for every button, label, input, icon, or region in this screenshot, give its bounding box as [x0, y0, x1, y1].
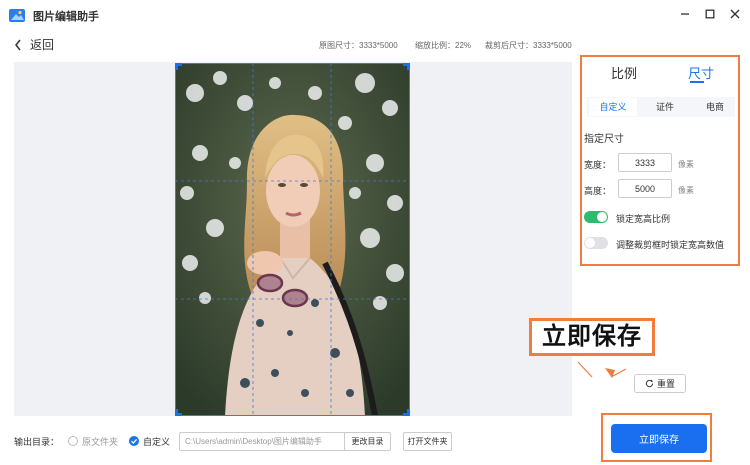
radio-custom-folder-label[interactable]: 自定义 [143, 435, 170, 448]
zoom-ratio-text: 缩放比例：22% [415, 41, 472, 50]
output-dir-label: 输出目录： [14, 437, 60, 447]
title-bar: 图片编辑助手 [0, 0, 750, 30]
section-title: 指定尺寸 [584, 134, 624, 145]
lock-values-label: 调整裁剪框时锁定宽高数值 [616, 240, 725, 250]
width-unit: 像素 [678, 160, 694, 169]
refresh-icon [645, 379, 654, 388]
reset-button[interactable]: 重置 [634, 374, 686, 393]
tab-ratio[interactable]: 比例 [611, 63, 637, 82]
tab-size[interactable]: 尺寸 [688, 63, 714, 82]
width-label: 宽度： [584, 160, 612, 170]
minimize-icon[interactable] [674, 4, 696, 24]
subtab-custom[interactable]: 自定义 [589, 98, 637, 116]
radio-original-folder[interactable] [68, 436, 78, 446]
size-subtabs: 自定义 证件 电商 [587, 97, 735, 117]
height-field[interactable] [618, 179, 672, 198]
open-folder-button[interactable]: 打开文件夹 [403, 432, 452, 451]
back-label: 返回 [30, 38, 55, 52]
height-unit: 像素 [678, 186, 694, 195]
lock-ratio-toggle[interactable] [584, 211, 608, 223]
chevron-left-icon [15, 39, 21, 50]
width-field[interactable] [618, 153, 672, 172]
crop-frame[interactable] [175, 63, 410, 416]
subtab-id-photo[interactable]: 证件 [645, 97, 685, 117]
height-label: 高度： [584, 186, 612, 196]
reset-label: 重置 [656, 379, 675, 389]
change-directory-button[interactable]: 更改目录 [344, 432, 391, 451]
original-size-text: 原图尺寸：3333*5000 [319, 41, 398, 50]
app-title: 图片编辑助手 [33, 11, 99, 23]
subtab-ecommerce[interactable]: 电商 [695, 97, 735, 117]
maximize-icon[interactable] [699, 4, 721, 24]
active-tab-indicator [690, 81, 704, 83]
radio-original-folder-label[interactable]: 原文件夹 [82, 435, 118, 448]
save-now-button[interactable]: 立即保存 [611, 424, 707, 453]
close-icon[interactable] [724, 4, 746, 24]
lock-ratio-label: 锁定宽高比例 [616, 214, 671, 224]
lock-values-toggle[interactable] [584, 237, 608, 249]
save-callout-label: 立即保存 [529, 318, 655, 356]
check-icon [131, 438, 138, 444]
panel-tabs: 比例 尺寸 [582, 57, 738, 91]
radio-custom-folder[interactable] [129, 436, 139, 446]
output-path-field[interactable]: C:\Users\admin\Desktop\图片编辑助手 [179, 432, 347, 451]
output-directory-row: 输出目录： 原文件夹 自定义 C:\Users\admin\Desktop\图片… [14, 432, 484, 451]
cropped-size-text: 裁剪后尺寸：3333*5000 [485, 41, 572, 50]
crop-settings-panel: 比例 尺寸 自定义 证件 电商 指定尺寸 宽度： 像素 高度： 像素 锁定宽高比… [580, 55, 740, 266]
back-button[interactable]: 返回 [14, 36, 54, 53]
crop-handles [175, 63, 410, 416]
app-logo-icon [9, 9, 25, 22]
